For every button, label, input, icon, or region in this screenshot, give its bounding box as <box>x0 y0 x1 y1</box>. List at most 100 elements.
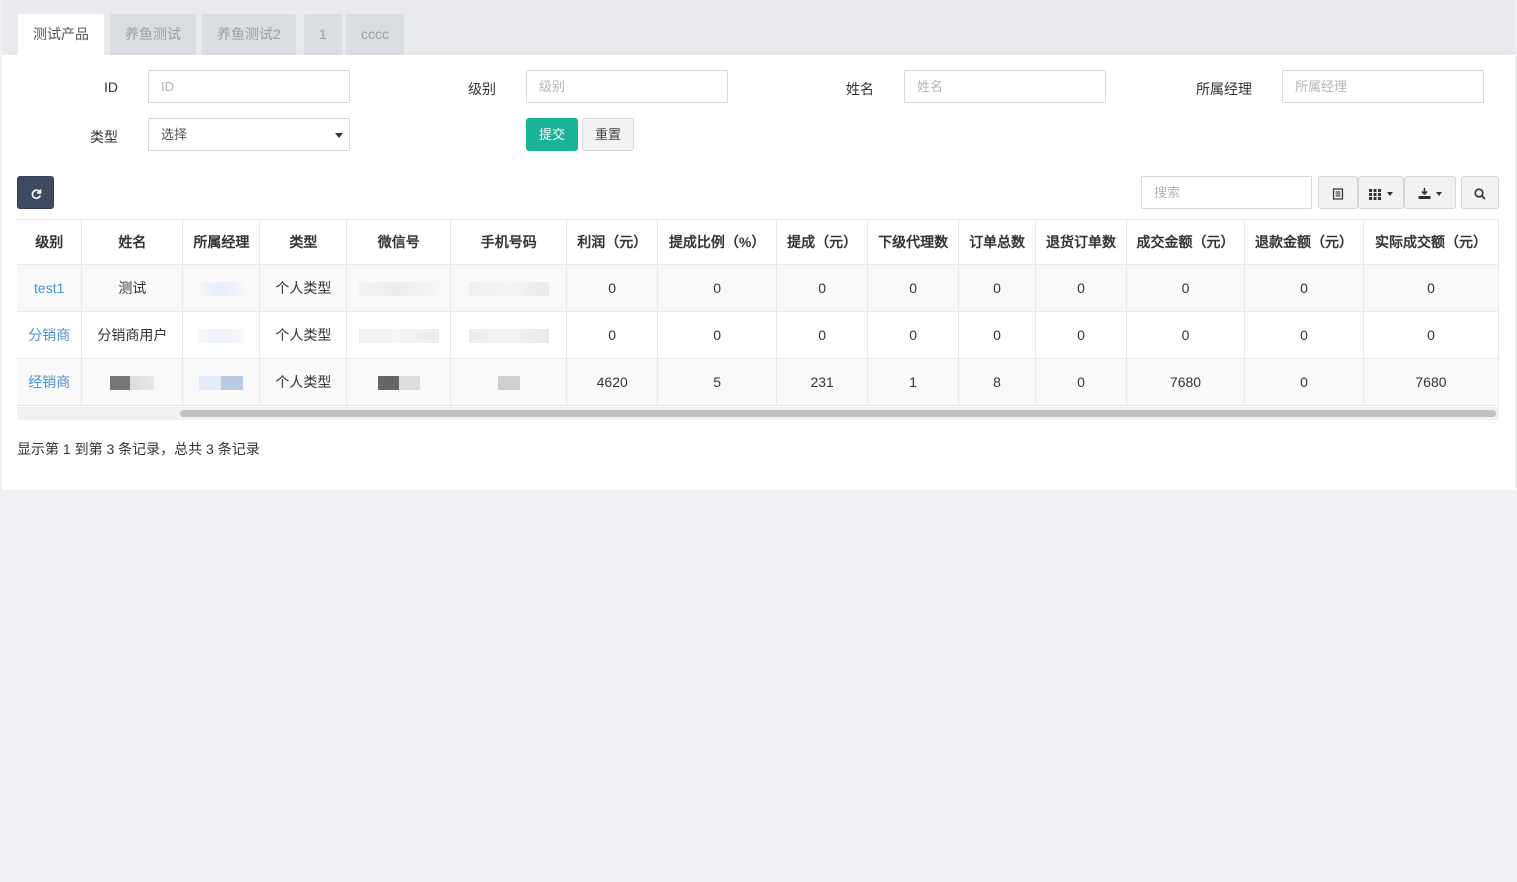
product-tabs: 测试产品 养鱼测试 养鱼测试2 1 cccc <box>2 0 1515 55</box>
commission-cell: 0 <box>776 311 869 359</box>
horizontal-scrollbar[interactable] <box>17 407 1499 420</box>
redacted-block <box>377 376 420 391</box>
submit-button[interactable]: 提交 <box>526 118 578 151</box>
col-header[interactable]: 所属经理 <box>182 220 261 265</box>
caret-down-icon <box>1386 191 1393 196</box>
phone-cell <box>450 264 568 312</box>
col-header[interactable]: 成交金额（元） <box>1126 220 1245 265</box>
manager-cell <box>182 358 261 406</box>
pagination-summary: 显示第 1 到第 3 条记录，总共 3 条记录 <box>17 441 260 457</box>
type-select[interactable]: 选择 <box>148 118 350 151</box>
returns-cell: 0 <box>1035 264 1128 312</box>
refresh-icon <box>31 189 41 199</box>
rate-cell: 0 <box>657 264 778 312</box>
table-row: 分销商 分销商用户 个人类型 0 0 0 0 0 0 0 0 0 <box>17 311 1499 359</box>
name-cell: 分销商用户 <box>81 311 184 359</box>
tab-2[interactable]: 养鱼测试2 <box>202 14 296 55</box>
export-icon <box>1418 187 1431 199</box>
commission-cell: 231 <box>776 358 869 406</box>
export-button[interactable] <box>1404 176 1456 209</box>
col-header[interactable]: 下级代理数 <box>867 220 960 265</box>
level-link[interactable]: 经销商 <box>28 374 70 390</box>
col-header[interactable]: 提成比例（%） <box>657 220 778 265</box>
level-link[interactable]: 分销商 <box>28 327 70 343</box>
refund-cell: 0 <box>1244 358 1364 406</box>
col-header[interactable]: 类型 <box>259 220 348 265</box>
returns-cell: 0 <box>1035 358 1128 406</box>
sub-agents-cell: 0 <box>867 311 960 359</box>
search-icon <box>1474 187 1486 200</box>
caret-down-icon <box>1436 191 1443 196</box>
orders-cell: 0 <box>958 311 1037 359</box>
col-header[interactable]: 级别 <box>17 220 83 265</box>
phone-cell <box>450 311 568 359</box>
level-input[interactable] <box>526 70 728 103</box>
wechat-cell <box>346 358 452 406</box>
profit-cell: 4620 <box>566 358 659 406</box>
col-header[interactable]: 退款金额（元） <box>1244 220 1364 265</box>
actual-cell: 0 <box>1363 311 1499 359</box>
deal-amount-cell: 0 <box>1126 264 1245 312</box>
type-select-value: 选择 <box>161 127 188 142</box>
actual-cell: 0 <box>1363 264 1499 312</box>
returns-cell: 0 <box>1035 311 1128 359</box>
col-header[interactable]: 手机号码 <box>450 220 568 265</box>
redacted-block <box>358 329 439 344</box>
refund-cell: 0 <box>1244 264 1364 312</box>
manager-label: 所属经理 <box>1196 81 1252 97</box>
tab-4[interactable]: cccc <box>346 14 404 55</box>
col-header[interactable]: 微信号 <box>346 220 452 265</box>
name-input[interactable] <box>904 70 1106 103</box>
id-label: ID <box>104 79 118 95</box>
list-toggle-icon <box>1332 187 1344 200</box>
wechat-cell <box>346 311 452 359</box>
toggle-view-button[interactable] <box>1318 176 1358 209</box>
redacted-block <box>497 376 520 391</box>
table-row: test1 测试 个人类型 0 0 0 0 0 0 0 0 0 <box>17 264 1499 312</box>
type-cell: 个人类型 <box>259 311 348 359</box>
rate-cell: 5 <box>657 358 778 406</box>
col-header[interactable]: 利润（元） <box>566 220 659 265</box>
col-header[interactable]: 退货订单数 <box>1035 220 1128 265</box>
level-link[interactable]: test1 <box>34 280 64 296</box>
col-header[interactable]: 姓名 <box>81 220 184 265</box>
search-button[interactable] <box>1461 176 1499 209</box>
type-cell: 个人类型 <box>259 358 348 406</box>
manager-input[interactable] <box>1282 70 1484 103</box>
redacted-block <box>110 376 155 391</box>
columns-button[interactable] <box>1358 176 1404 209</box>
grid-columns-icon <box>1369 188 1382 200</box>
phone-cell <box>450 358 568 406</box>
scrollbar-thumb[interactable] <box>180 410 1496 417</box>
redacted-block <box>468 329 549 344</box>
reset-button[interactable]: 重置 <box>582 118 634 151</box>
tab-0[interactable]: 测试产品 <box>18 14 104 55</box>
orders-cell: 0 <box>958 264 1037 312</box>
type-label: 类型 <box>90 129 118 145</box>
redacted-block <box>197 329 246 344</box>
tab-1[interactable]: 养鱼测试 <box>110 14 196 55</box>
name-cell <box>81 358 184 406</box>
deal-amount-cell: 0 <box>1126 311 1245 359</box>
orders-cell: 8 <box>958 358 1037 406</box>
col-header[interactable]: 提成（元） <box>776 220 869 265</box>
redacted-block <box>358 282 439 297</box>
commission-cell: 0 <box>776 264 869 312</box>
table-header-row: 级别 姓名 所属经理 类型 微信号 手机号码 利润（元） 提成比例（%） 提成（… <box>17 220 1499 265</box>
actual-cell: 7680 <box>1363 358 1499 406</box>
col-header[interactable]: 订单总数 <box>958 220 1037 265</box>
manager-cell <box>182 264 261 312</box>
tab-3[interactable]: 1 <box>304 14 342 55</box>
sub-agents-cell: 0 <box>867 264 960 312</box>
refund-cell: 0 <box>1244 311 1364 359</box>
level-label: 级别 <box>468 81 496 97</box>
refresh-button[interactable] <box>17 176 54 209</box>
col-header[interactable]: 实际成交额（元） <box>1363 220 1499 265</box>
table-row: 经销商 个人类型 4620 5 231 1 8 0 7680 0 7680 <box>17 358 1499 406</box>
data-table: 级别 姓名 所属经理 类型 微信号 手机号码 利润（元） 提成比例（%） 提成（… <box>17 219 1499 422</box>
search-input[interactable] <box>1141 176 1312 209</box>
name-cell: 测试 <box>81 264 184 312</box>
caret-down-icon <box>335 133 343 138</box>
profit-cell: 0 <box>566 311 659 359</box>
id-input[interactable] <box>148 70 350 103</box>
